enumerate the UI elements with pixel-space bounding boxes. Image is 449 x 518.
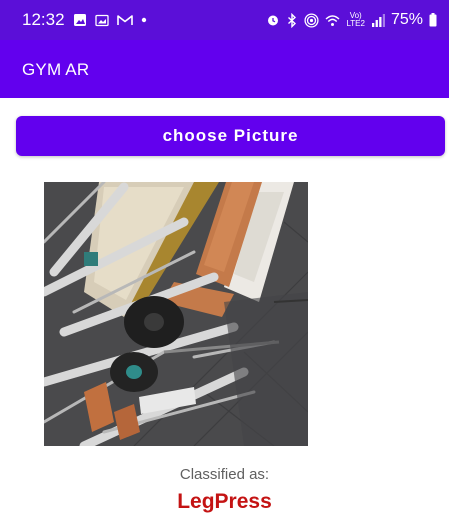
classified-label: Classified as: <box>179 466 270 483</box>
status-right: Vo) LTE2 75% <box>266 0 437 40</box>
hotspot-icon <box>304 12 319 28</box>
battery-percent: 75% <box>390 11 423 28</box>
image-icon <box>73 13 87 27</box>
status-bar: 12:32 Vo) LTE2 75% <box>0 0 449 40</box>
status-left: 12:32 <box>22 0 147 40</box>
gallery-icon <box>94 14 109 27</box>
battery-icon <box>429 13 437 27</box>
wifi-icon <box>325 14 340 27</box>
app-bar: GYM AR <box>0 40 449 98</box>
status-time: 12:32 <box>22 10 65 29</box>
app-title: GYM AR <box>22 60 90 79</box>
gmail-icon <box>116 14 133 26</box>
volte-icon: Vo) LTE2 <box>346 12 365 28</box>
lte-label: LTE2 <box>346 19 365 28</box>
bluetooth-icon <box>286 12 298 28</box>
classification-result: LegPress <box>177 490 272 513</box>
choose-picture-button[interactable]: choose Picture <box>16 116 445 156</box>
alarm-icon <box>266 13 280 27</box>
dot-icon <box>141 17 147 23</box>
signal-icon <box>371 13 385 27</box>
selected-gym-photo <box>44 182 308 446</box>
